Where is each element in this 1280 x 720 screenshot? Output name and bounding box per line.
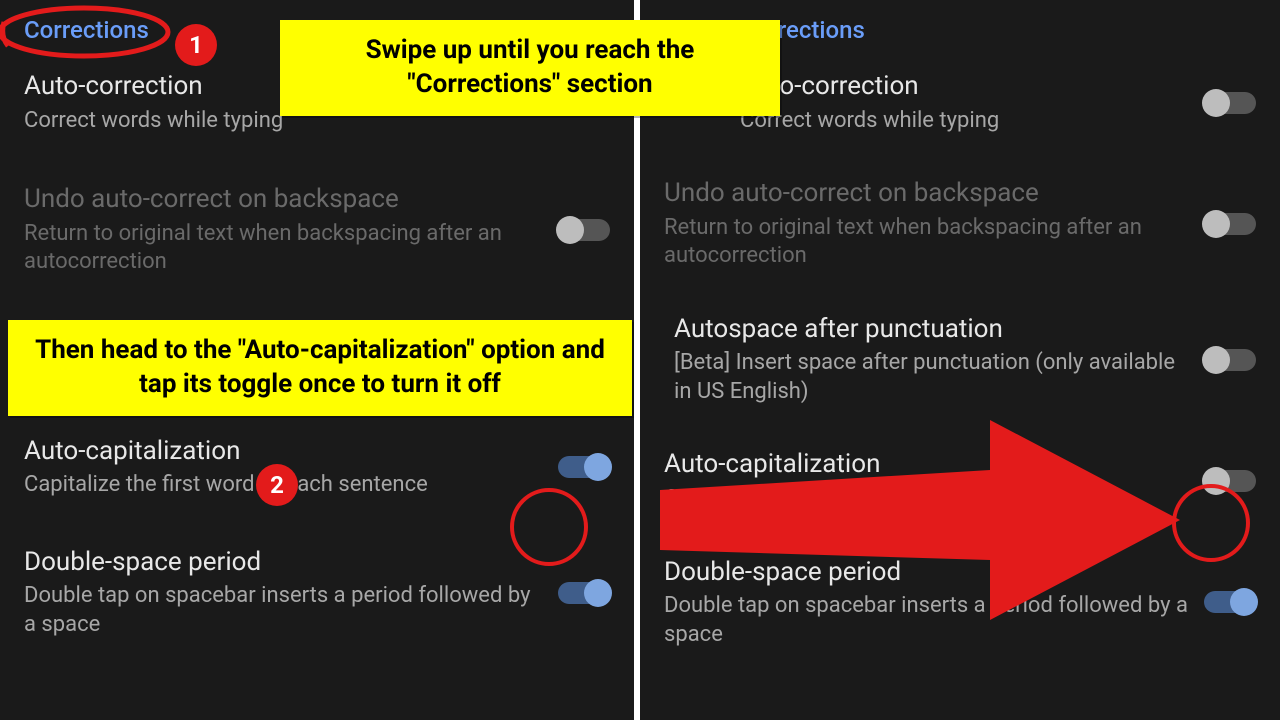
- toggle-double-space-period[interactable]: [558, 582, 610, 604]
- setting-subtitle: Return to original text when backspacing…: [24, 220, 542, 277]
- setting-subtitle: [Beta] Insert space after punctuation (o…: [664, 349, 1188, 406]
- setting-undo-autocorrect[interactable]: Undo auto-correct on backspace Return to…: [640, 163, 1280, 285]
- setting-title: Undo auto-correct on backspace: [664, 177, 1188, 210]
- setting-title: Double-space period: [24, 546, 542, 579]
- setting-title: Auto-correction: [740, 70, 1188, 103]
- setting-subtitle: Double tap on spacebar inserts a period …: [24, 582, 542, 639]
- annotation-callout-2: Then head to the "Auto-capitalization" o…: [8, 320, 632, 416]
- setting-title: Auto-capitalization: [24, 435, 542, 468]
- annotation-ring-left-toggle: [510, 488, 588, 566]
- toggle-double-space-period[interactable]: [1204, 591, 1256, 613]
- setting-title: Autospace after punctuation: [664, 313, 1188, 346]
- annotation-badge-2: 2: [256, 464, 298, 506]
- annotation-badge-1: 1: [175, 24, 217, 66]
- annotation-arrow-icon: [660, 420, 1200, 620]
- toggle-auto-capitalization[interactable]: [558, 456, 610, 478]
- toggle-auto-correction[interactable]: [1204, 92, 1256, 114]
- toggle-undo-autocorrect[interactable]: [558, 219, 610, 241]
- toggle-undo-autocorrect[interactable]: [1204, 213, 1256, 235]
- annotation-circle-corrections: [0, 2, 184, 62]
- setting-subtitle: Correct words while typing: [740, 107, 1188, 136]
- setting-subtitle: Return to original text when backspacing…: [664, 214, 1188, 271]
- setting-undo-autocorrect[interactable]: Undo auto-correct on backspace Return to…: [0, 169, 634, 291]
- annotation-callout-1: Swipe up until you reach the "Correction…: [280, 20, 780, 116]
- setting-autospace-punctuation[interactable]: Autospace after punctuation [Beta] Inser…: [640, 299, 1280, 421]
- setting-title: Undo auto-correct on backspace: [24, 183, 542, 216]
- toggle-autospace-punctuation[interactable]: [1204, 349, 1256, 371]
